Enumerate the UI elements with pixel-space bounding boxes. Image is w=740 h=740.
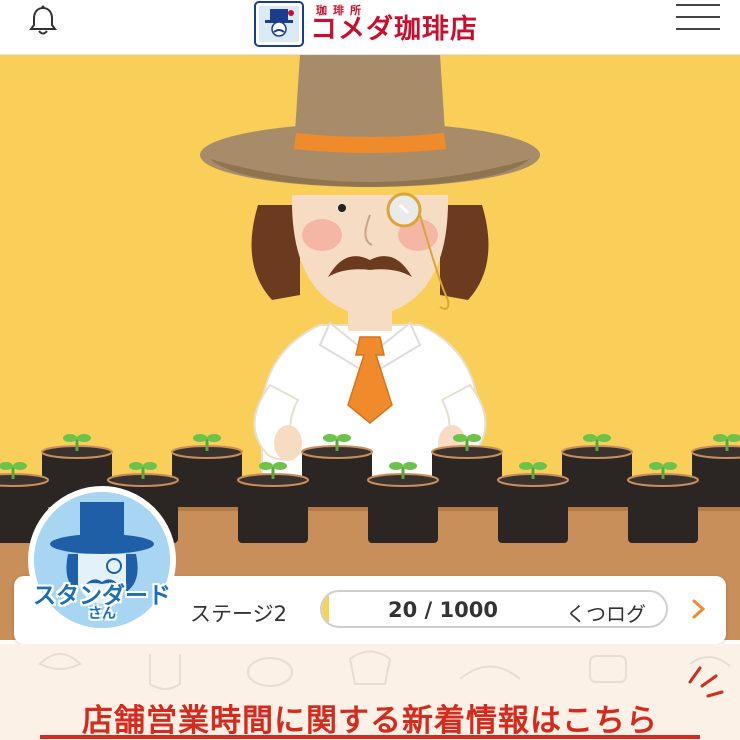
komeda-logo[interactable]: 珈琲所 コメダ珈琲店 [254,0,478,48]
progress-fill [322,592,329,626]
stage-label: ステージ2 [190,602,287,626]
banner-text[interactable]: 店舗営業時間に関する新着情報はこちら [0,695,740,740]
chevron-right-icon[interactable] [690,598,708,620]
logo-emblem-icon [254,1,304,47]
banner-underline [40,735,700,739]
logo-main-text: コメダ珈琲店 [310,14,478,45]
app-header: 珈琲所 コメダ珈琲店 [0,0,740,55]
hamburger-menu-icon[interactable] [676,4,720,34]
bell-icon[interactable] [26,4,60,38]
kutsulog-link[interactable]: くつログ [566,598,646,627]
progress-count: 20 / 1000 [388,598,498,622]
rank-suffix: さん [88,606,116,622]
